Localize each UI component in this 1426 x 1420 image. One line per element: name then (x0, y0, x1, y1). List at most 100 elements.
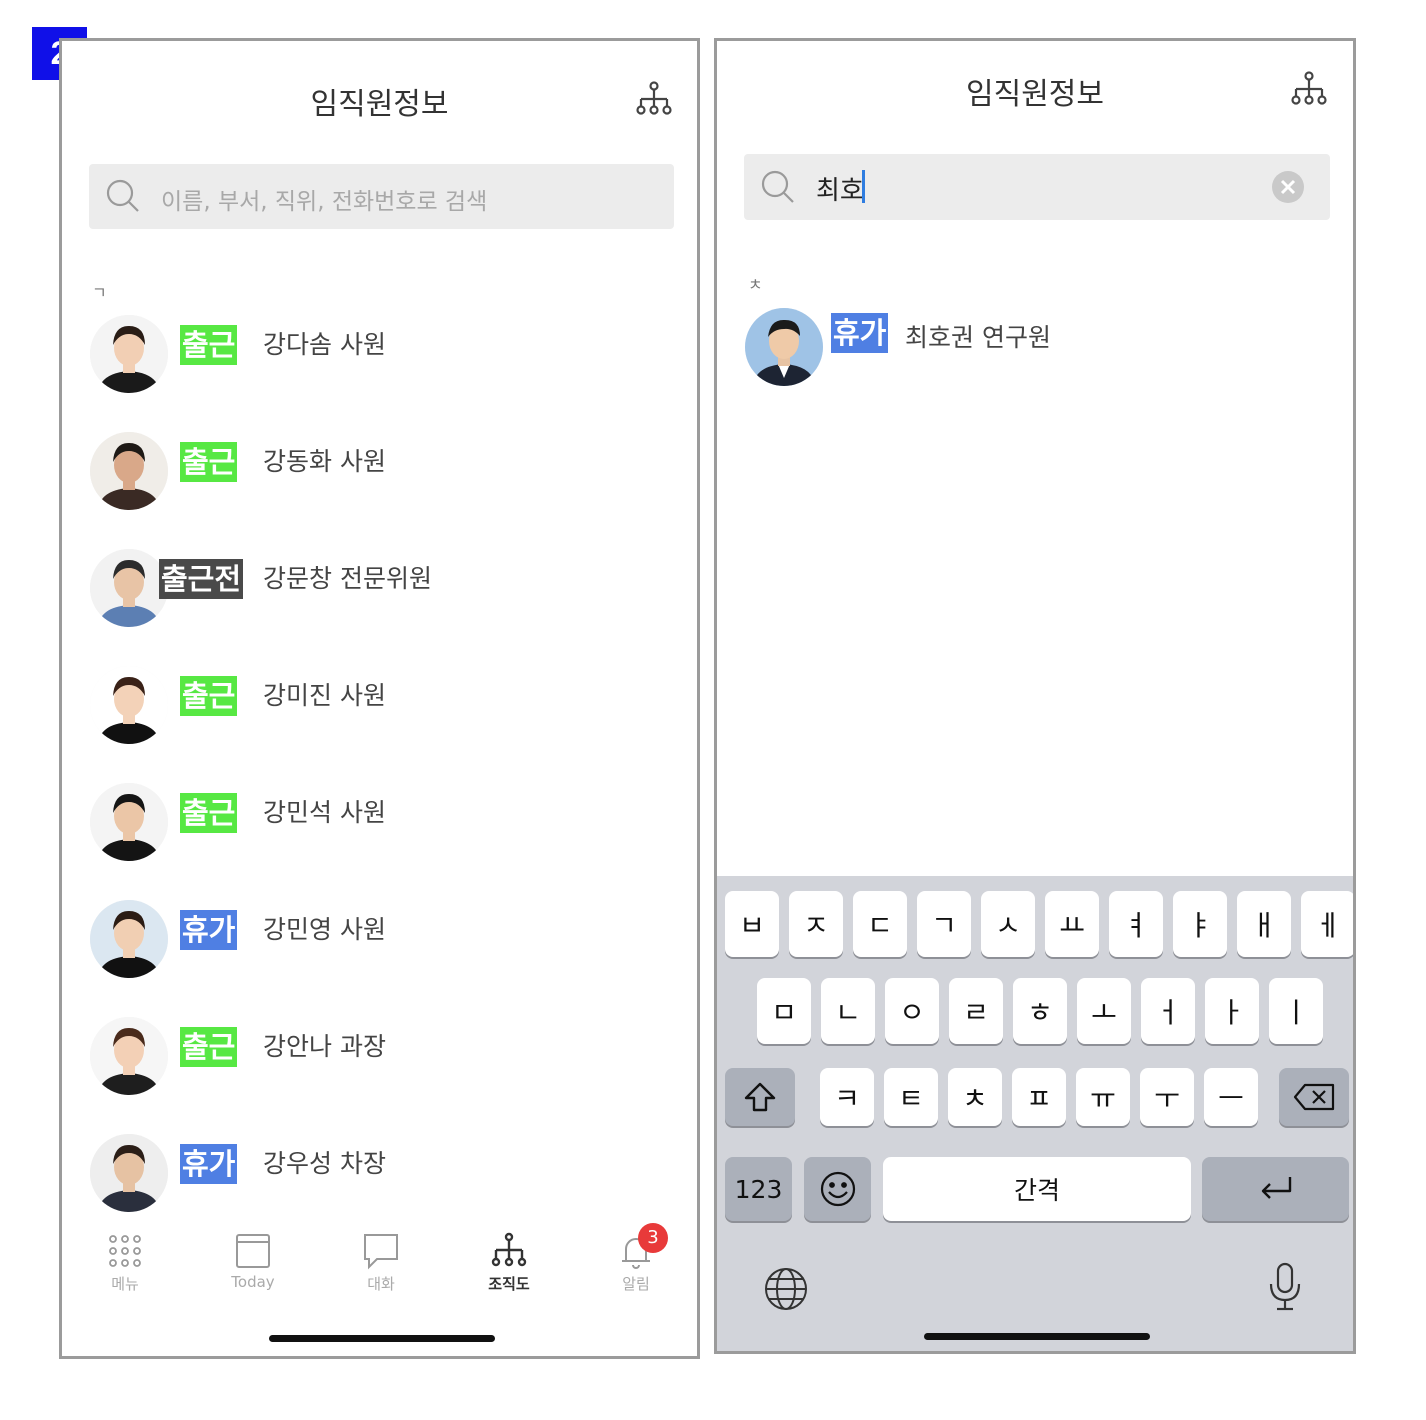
tab-chat[interactable]: 대화 (336, 1231, 426, 1294)
key[interactable]: ㄹ (949, 978, 1003, 1044)
key[interactable]: ㅎ (1013, 978, 1067, 1044)
key[interactable]: ㅗ (1077, 978, 1131, 1044)
tab-label: 메뉴 (111, 1275, 139, 1293)
search-value: 최호 (816, 176, 864, 206)
org-chart-icon (491, 1232, 527, 1267)
key[interactable]: ㅏ (1205, 978, 1259, 1044)
tab-label: 알림 (622, 1275, 650, 1293)
tab-label: 대화 (367, 1275, 395, 1293)
key[interactable]: ㅑ (1173, 891, 1227, 957)
bottom-tab-bar: 메뉴 Today 대화 조직도 알림 3 (62, 1223, 697, 1301)
section-index-label: ㅊ (748, 275, 763, 294)
return-icon (1261, 1177, 1291, 1199)
tab-label: 조직도 (488, 1275, 530, 1293)
korean-keyboard: ㅂㅈㄷㄱㅅㅛㅕㅑㅐㅔ ㅁㄴㅇㄹㅎㅗㅓㅏㅣ ㅋㅌㅊㅍㅠㅜㅡ 123 간격 (717, 876, 1353, 1351)
employee-name: 강민석 사원 (263, 798, 386, 827)
avatar (90, 432, 168, 510)
home-indicator (924, 1333, 1150, 1340)
chat-icon (364, 1234, 398, 1270)
key[interactable]: ㅔ (1301, 891, 1353, 957)
employee-name: 강다솜 사원 (263, 330, 386, 359)
key[interactable]: ㄷ (853, 891, 907, 957)
tab-org-chart[interactable]: 조직도 (464, 1231, 554, 1294)
backspace-icon (1293, 1083, 1335, 1111)
globe-icon[interactable] (763, 1266, 809, 1312)
employee-row[interactable]: 출근 강민석 사원 (62, 773, 697, 873)
home-indicator (269, 1335, 495, 1342)
page-title: 임직원정보 (966, 77, 1104, 112)
search-icon (761, 170, 794, 203)
key[interactable]: ㅋ (820, 1068, 874, 1126)
status-badge: 출근 (180, 325, 238, 365)
microphone-icon[interactable] (1265, 1262, 1305, 1312)
key[interactable]: ㅛ (1045, 891, 1099, 957)
search-result-screen: 임직원정보 최호 ㅊ 휴가 최호권 연구원 ㅂㅈㄷㄱㅅㅛㅕㅑㅐㅔ ㅁ ㄴ ㅇ ㄹ… (714, 38, 1356, 1354)
avatar (90, 549, 168, 627)
key[interactable]: ㅂ (725, 891, 779, 957)
search-input[interactable]: 이름, 부서, 직위, 전화번호로 검색 (89, 164, 674, 229)
search-placeholder: 이름, 부서, 직위, 전화번호로 검색 (161, 189, 488, 215)
employee-result-row[interactable]: 휴가 최호권 연구원 (717, 303, 1353, 403)
status-badge: 출근전 (159, 559, 244, 599)
employee-row[interactable]: 휴가 강우성 차장 (62, 1124, 697, 1224)
employee-row[interactable]: 출근 강다솜 사원 (62, 305, 697, 405)
clear-icon[interactable] (1271, 170, 1305, 204)
key[interactable]: ㄱ (917, 891, 971, 957)
key[interactable]: ㅍ (1012, 1068, 1066, 1126)
numbers-key[interactable]: 123 (725, 1157, 792, 1221)
space-key[interactable]: 간격 (883, 1157, 1191, 1221)
avatar (90, 315, 168, 393)
key[interactable]: ㅁ (757, 978, 811, 1044)
status-badge: 출근 (180, 676, 238, 716)
key[interactable]: ㅈ (789, 891, 843, 957)
employee-row[interactable]: 출근 강미진 사원 (62, 656, 697, 756)
section-index-label: ㄱ (92, 283, 107, 302)
key[interactable]: ㅊ (948, 1068, 1002, 1126)
status-badge: 출근 (180, 793, 238, 833)
org-chart-icon[interactable] (635, 81, 673, 119)
backspace-key[interactable] (1279, 1068, 1349, 1126)
employee-name: 강우성 차장 (263, 1149, 386, 1178)
return-key[interactable] (1202, 1157, 1349, 1221)
key[interactable]: ㅡ (1204, 1068, 1258, 1126)
key[interactable]: ㅣ (1269, 978, 1323, 1044)
tab-today[interactable]: Today (208, 1231, 298, 1291)
avatar (90, 1017, 168, 1095)
tab-label: Today (231, 1273, 275, 1291)
shift-key[interactable] (725, 1068, 795, 1126)
status-badge: 휴가 (180, 910, 238, 950)
key[interactable]: ㄴ (821, 978, 875, 1044)
key[interactable]: ㅇ (885, 978, 939, 1044)
key[interactable]: ㅠ (1076, 1068, 1130, 1126)
key[interactable]: ㅐ (1237, 891, 1291, 957)
employee-row[interactable]: 출근 강안나 과장 (62, 1007, 697, 1107)
employee-name: 강문창 전문위원 (263, 564, 432, 593)
status-badge: 출근 (180, 1027, 238, 1067)
status-badge: 휴가 (180, 1144, 238, 1184)
employee-list-screen: 임직원정보 이름, 부서, 직위, 전화번호로 검색 ㄱ 출근 강다솜 사원 출근 강… (59, 38, 700, 1359)
employee-row[interactable]: 출근전 강문창 전문위원 (62, 539, 697, 639)
employee-row[interactable]: 출근 강동화 사원 (62, 422, 697, 522)
shift-arrow-icon (744, 1082, 776, 1112)
search-icon (106, 179, 139, 212)
employee-name: 강민영 사원 (263, 915, 386, 944)
text-cursor (862, 170, 865, 203)
key[interactable]: ㅜ (1140, 1068, 1194, 1126)
avatar (90, 783, 168, 861)
key[interactable]: ㅅ (981, 891, 1035, 957)
emoji-icon (820, 1171, 855, 1207)
key[interactable]: ㅓ (1141, 978, 1195, 1044)
search-input[interactable]: 최호 (744, 154, 1330, 220)
notification-count-badge: 3 (638, 1223, 668, 1253)
emoji-key[interactable] (804, 1157, 871, 1221)
tab-menu[interactable]: 메뉴 (80, 1231, 170, 1294)
status-badge: 출근 (180, 442, 238, 482)
employee-name: 최호권 연구원 (905, 323, 1051, 352)
employee-name: 강동화 사원 (263, 447, 386, 476)
employee-row[interactable]: 휴가 강민영 사원 (62, 890, 697, 990)
key[interactable]: ㅕ (1109, 891, 1163, 957)
grid-icon (109, 1235, 141, 1267)
key[interactable]: ㅌ (884, 1068, 938, 1126)
org-chart-icon[interactable] (1290, 71, 1328, 109)
employee-name: 강미진 사원 (263, 681, 386, 710)
